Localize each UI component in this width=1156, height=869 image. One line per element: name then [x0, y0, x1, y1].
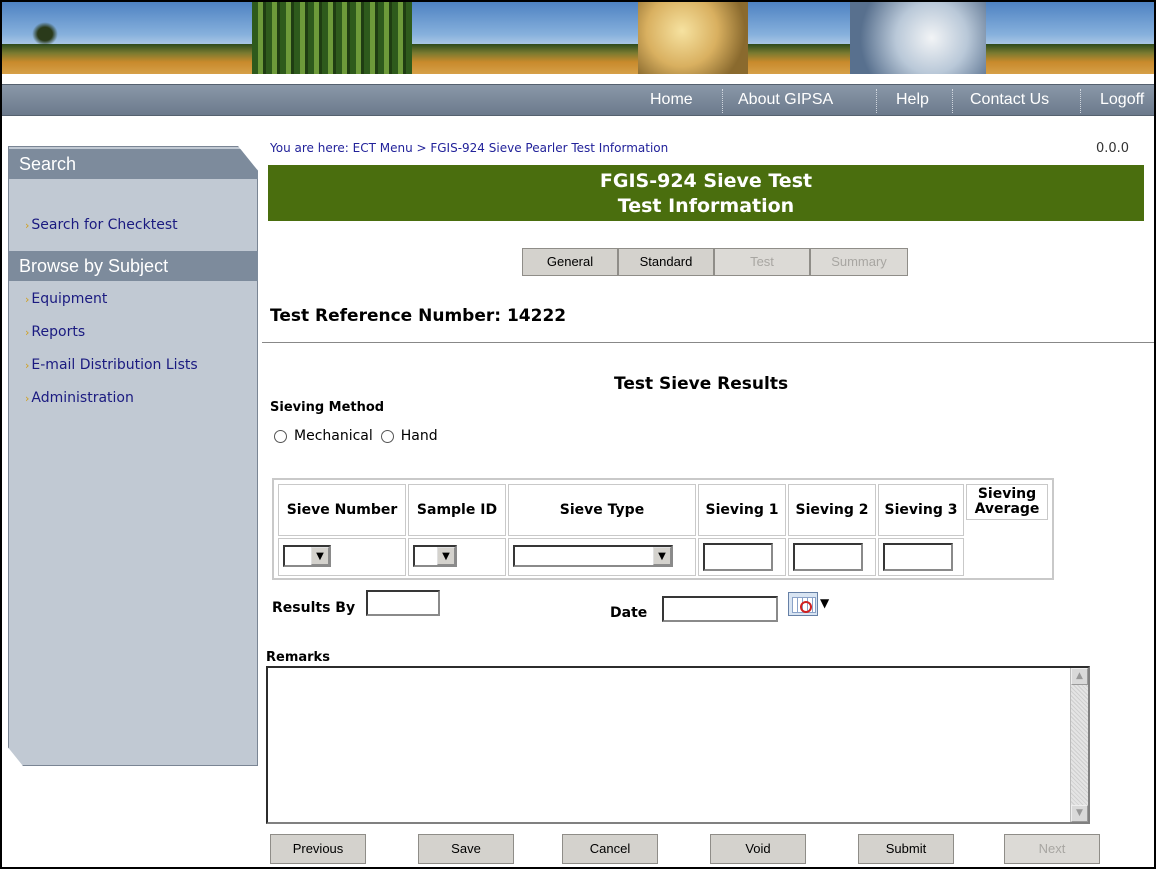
sidebar-item-search-checktest[interactable]: › Search for Checktest	[25, 217, 178, 233]
remarks-label: Remarks	[266, 650, 330, 665]
chicks-photo	[638, 2, 748, 74]
mechanical-radio[interactable]	[274, 429, 287, 443]
sieving-method-options: Mechanical Hand	[270, 428, 438, 444]
version-label: 0.0.0	[1096, 141, 1130, 156]
column-header-sieving-2: Sieving 2	[788, 484, 876, 536]
nav-help-link[interactable]: Help	[896, 91, 929, 109]
remarks-scrollbar[interactable]: ▲ ▼	[1070, 668, 1088, 822]
nav-about-link[interactable]: About GIPSA	[738, 91, 833, 109]
calendar-icon	[788, 592, 818, 616]
tree-silhouette	[32, 22, 58, 46]
mechanical-label: Mechanical	[294, 428, 373, 444]
sieving-method-label: Sieving Method	[270, 400, 385, 415]
chevron-down-icon: ▼	[653, 547, 671, 565]
lab-photo	[850, 2, 986, 74]
calendar-picker-button[interactable]: ▼	[788, 592, 834, 618]
breadcrumb: You are here: ECT Menu > FGIS-924 Sieve …	[270, 141, 669, 155]
chevron-down-icon: ▼	[311, 547, 329, 565]
search-heading: Search	[9, 149, 258, 179]
tab-summary[interactable]: Summary	[810, 248, 908, 276]
column-header-sieve-type: Sieve Type	[508, 484, 696, 536]
sieve-type-cell: ▼	[508, 538, 696, 576]
sieving-2-cell	[788, 538, 876, 576]
sidebar-item-reports[interactable]: › Reports	[25, 324, 85, 340]
hand-radio[interactable]	[380, 429, 394, 443]
divider	[262, 342, 1154, 343]
remarks-textarea[interactable]: ▲ ▼	[266, 666, 1090, 824]
sieve-type-select[interactable]: ▼	[513, 545, 673, 567]
void-button[interactable]: Void	[710, 834, 806, 864]
tab-test[interactable]: Test	[714, 248, 810, 276]
sieving-3-cell	[878, 538, 964, 576]
scroll-up-arrow-icon[interactable]: ▲	[1071, 668, 1088, 685]
save-button[interactable]: Save	[418, 834, 514, 864]
next-button[interactable]: Next	[1004, 834, 1100, 864]
browse-heading: Browse by Subject	[9, 251, 258, 281]
column-header-sieving-3: Sieving 3	[878, 484, 964, 536]
nav-logoff-link[interactable]: Logoff	[1100, 91, 1144, 109]
sample-id-select[interactable]: ▼	[413, 545, 457, 567]
hand-label: Hand	[400, 428, 438, 444]
column-header-sample-id: Sample ID	[408, 484, 506, 536]
sieve-number-cell: ▼	[278, 538, 406, 576]
arrow-icon: ›	[25, 219, 30, 232]
cancel-button[interactable]: Cancel	[562, 834, 658, 864]
sidebar-item-email-lists[interactable]: › E-mail Distribution Lists	[25, 357, 198, 373]
chevron-down-icon: ▼	[437, 547, 455, 565]
nav-contact-link[interactable]: Contact Us	[970, 91, 1049, 109]
column-header-sieving-1: Sieving 1	[698, 484, 786, 536]
nav-home-link[interactable]: Home	[650, 91, 693, 109]
top-navigation: Home About GIPSA Help Contact Us Logoff	[2, 84, 1154, 116]
previous-button[interactable]: Previous	[270, 834, 366, 864]
sieving-2-input[interactable]	[793, 543, 863, 571]
column-header-sieving-average: Sieving Average	[966, 484, 1048, 520]
sieving-1-cell	[698, 538, 786, 576]
sieve-number-select[interactable]: ▼	[283, 545, 331, 567]
sieving-1-input[interactable]	[703, 543, 773, 571]
tab-general[interactable]: General	[522, 248, 618, 276]
date-label: Date	[610, 605, 648, 621]
arrow-icon: ›	[25, 326, 30, 339]
corn-field-photo	[252, 2, 412, 74]
sidebar-item-administration[interactable]: › Administration	[25, 390, 134, 406]
date-input[interactable]	[662, 596, 778, 622]
sieving-3-input[interactable]	[883, 543, 953, 571]
banner-image	[2, 2, 1154, 74]
sidebar: Search › Search for Checktest Browse by S…	[8, 146, 258, 766]
page-title: FGIS-924 Sieve Test Test Information	[268, 165, 1144, 221]
chevron-down-icon: ▼	[820, 596, 830, 610]
column-header-sieve-number: Sieve Number	[278, 484, 406, 536]
scroll-down-arrow-icon[interactable]: ▼	[1071, 805, 1088, 822]
arrow-icon: ›	[25, 293, 30, 306]
tab-standard[interactable]: Standard	[618, 248, 714, 276]
sieve-results-table: Sieve Number Sample ID Sieve Type Sievin…	[272, 478, 1054, 580]
sidebar-item-equipment[interactable]: › Equipment	[25, 291, 107, 307]
sample-id-cell: ▼	[408, 538, 506, 576]
results-by-label: Results By	[272, 600, 356, 616]
results-by-input[interactable]	[366, 590, 440, 616]
test-reference-number: Test Reference Number: 14222	[270, 306, 567, 326]
arrow-icon: ›	[25, 359, 30, 372]
submit-button[interactable]: Submit	[858, 834, 954, 864]
section-title: Test Sieve Results	[614, 374, 789, 394]
page-title-line2: Test Information	[617, 195, 795, 217]
arrow-icon: ›	[25, 392, 30, 405]
page-title-line1: FGIS-924 Sieve Test	[599, 170, 813, 192]
